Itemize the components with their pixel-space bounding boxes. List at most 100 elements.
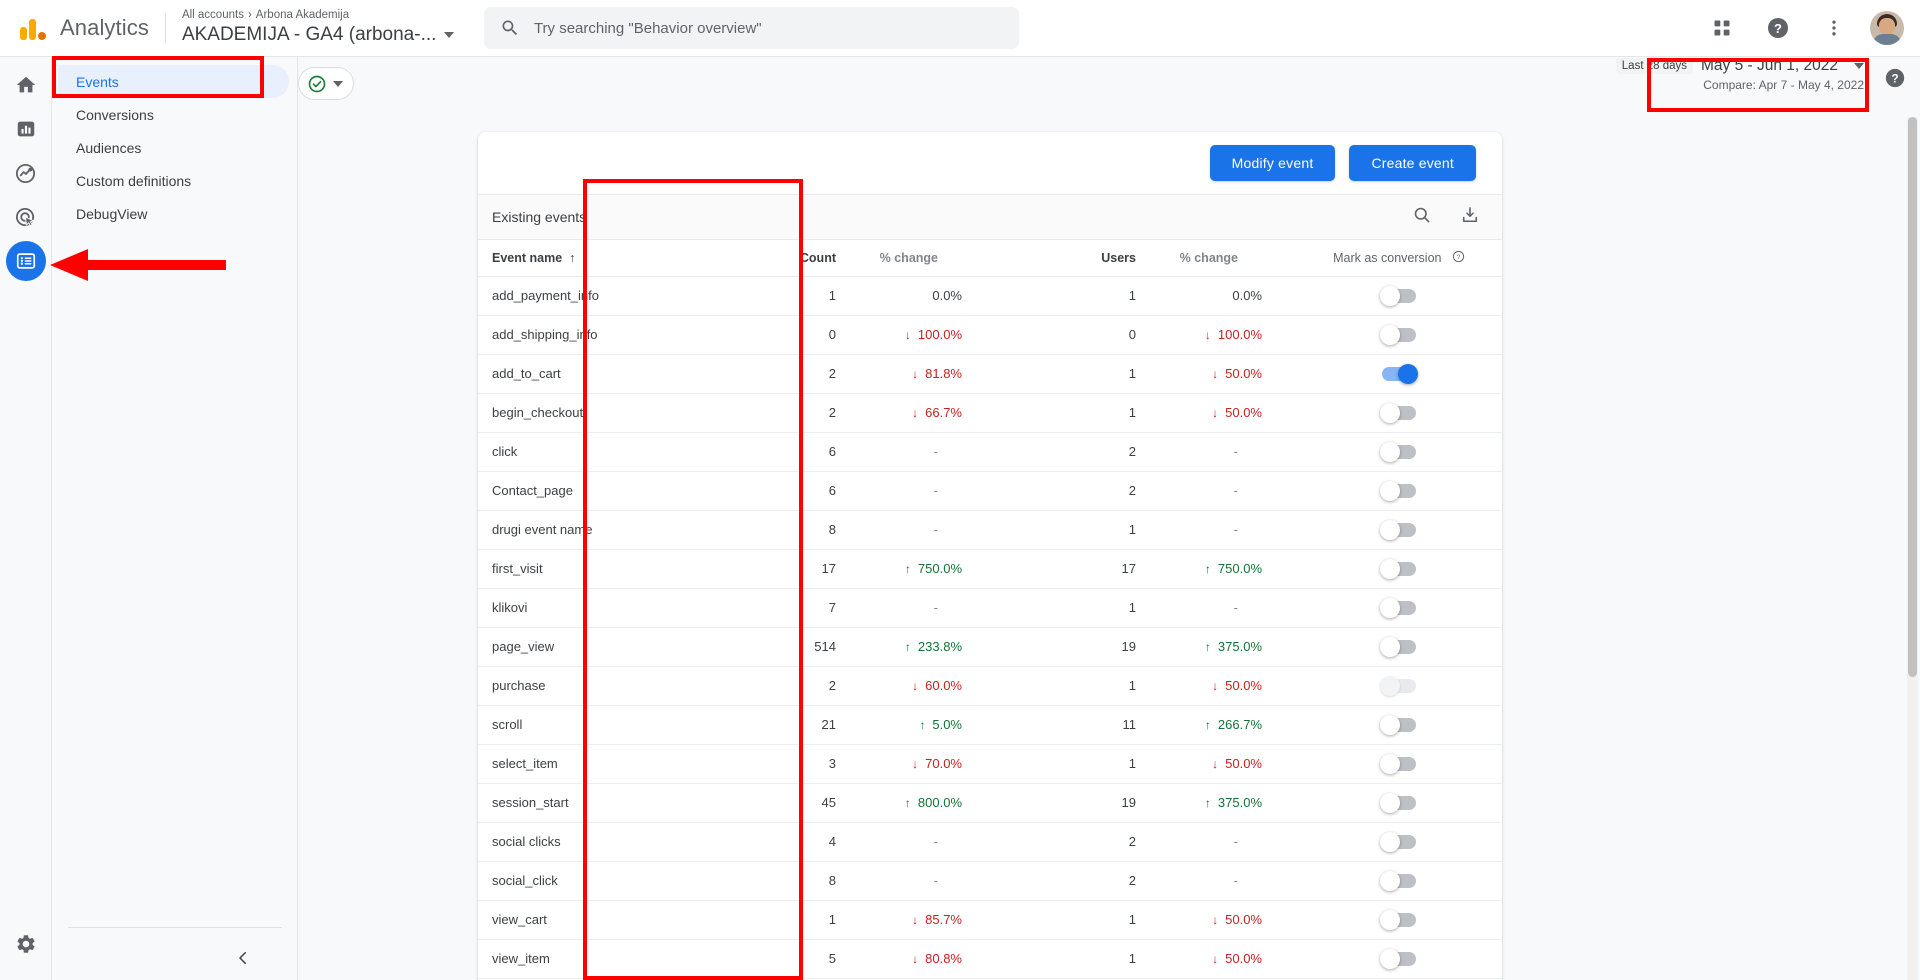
explore-icon — [14, 162, 37, 185]
events-table: Event name ↑ Count % change Users % chan… — [478, 240, 1502, 980]
table-row[interactable]: first_visit17↑750.0%17↑750.0% — [478, 549, 1502, 588]
rail-item-configure[interactable] — [6, 241, 46, 281]
table-row[interactable]: drugi event name8-1- — [478, 510, 1502, 549]
card-action-bar: Modify event Create event — [478, 132, 1502, 194]
cell-mark-as-conversion — [1296, 276, 1502, 315]
page-help-button[interactable]: ? — [1884, 67, 1906, 94]
analytics-logo[interactable] — [18, 11, 52, 45]
table-download-button[interactable] — [1460, 205, 1480, 230]
cell-count_change: ↑800.0% — [846, 783, 996, 822]
mark-as-conversion-toggle[interactable] — [1382, 835, 1416, 849]
cell-users: 11 — [996, 705, 1146, 744]
toggle-knob — [1380, 598, 1400, 618]
cell-users_change: ↑375.0% — [1146, 783, 1296, 822]
table-row[interactable]: scroll21↑5.0%11↑266.7% — [478, 705, 1502, 744]
create-event-button[interactable]: Create event — [1349, 145, 1476, 181]
chevron-down-icon[interactable] — [444, 32, 454, 38]
mark-as-conversion-toggle[interactable] — [1382, 640, 1416, 654]
cell-count_change: ↓100.0% — [846, 315, 996, 354]
mark-as-conversion-toggle[interactable] — [1382, 289, 1416, 303]
cell-event-name: klikovi — [478, 588, 716, 627]
cell-users_change: - — [1146, 471, 1296, 510]
events-card: Modify event Create event Existing event… — [478, 132, 1502, 980]
more-vert-icon[interactable] — [1814, 8, 1854, 48]
arrow-down-icon: ↓ — [912, 368, 918, 380]
mark-as-conversion-toggle[interactable] — [1382, 367, 1416, 381]
help-circle-icon[interactable]: ? — [1758, 8, 1798, 48]
cell-users: 1 — [996, 939, 1146, 978]
mark-as-conversion-toggle[interactable] — [1382, 484, 1416, 498]
arrow-down-icon: ↓ — [912, 758, 918, 770]
table-row[interactable]: purchase2↓60.0%1↓50.0% — [478, 666, 1502, 705]
table-row[interactable]: klikovi7-1- — [478, 588, 1502, 627]
cell-count: 6 — [716, 432, 846, 471]
sidebar-item-conversions[interactable]: Conversions — [58, 98, 289, 131]
data-status-chip[interactable] — [298, 67, 354, 100]
vertical-scrollbar[interactable] — [1907, 117, 1918, 980]
rail-item-home[interactable] — [6, 65, 46, 105]
cell-count: 3 — [716, 744, 846, 783]
sidebar-collapse-button[interactable] — [68, 936, 282, 980]
help-circle-small-icon[interactable]: ? — [1445, 251, 1465, 265]
mark-as-conversion-toggle[interactable] — [1382, 718, 1416, 732]
apps-grid-icon[interactable] — [1702, 8, 1742, 48]
modify-event-button[interactable]: Modify event — [1210, 145, 1336, 181]
mark-as-conversion-toggle[interactable] — [1382, 562, 1416, 576]
table-row[interactable]: Contact_page6-2- — [478, 471, 1502, 510]
rail-item-advertising[interactable] — [6, 197, 46, 237]
sidebar-item-debugview[interactable]: DebugView — [58, 197, 289, 230]
table-row[interactable]: view_item5↓80.8%1↓50.0% — [478, 939, 1502, 978]
table-row[interactable]: add_shipping_info0↓100.0%0↓100.0% — [478, 315, 1502, 354]
cell-users_change: ↓50.0% — [1146, 354, 1296, 393]
toggle-knob — [1380, 910, 1400, 930]
avatar[interactable] — [1870, 11, 1904, 45]
search-input[interactable]: Try searching "Behavior overview" — [484, 7, 1019, 49]
table-row[interactable]: click6-2- — [478, 432, 1502, 471]
cell-count_change: - — [846, 510, 996, 549]
cell-count: 2 — [716, 393, 846, 432]
mark-as-conversion-toggle[interactable] — [1382, 445, 1416, 459]
property-name: AKADEMIJA - GA4 (arbona-... — [182, 22, 436, 48]
table-row[interactable]: select_item3↓70.0%1↓50.0% — [478, 744, 1502, 783]
cell-event-name: page_view — [478, 627, 716, 666]
table-row[interactable]: session_start45↑800.0%19↑375.0% — [478, 783, 1502, 822]
col-mark-label: Mark as conversion — [1333, 251, 1441, 265]
mark-as-conversion-toggle[interactable] — [1382, 796, 1416, 810]
col-count[interactable]: Count — [716, 240, 846, 276]
table-row[interactable]: social_click8-2- — [478, 861, 1502, 900]
col-users[interactable]: Users — [996, 240, 1146, 276]
mark-as-conversion-toggle[interactable] — [1382, 523, 1416, 537]
table-row[interactable]: page_view514↑233.8%19↑375.0% — [478, 627, 1502, 666]
table-row[interactable]: social clicks4-2- — [478, 822, 1502, 861]
table-row[interactable]: add_to_cart2↓81.8%1↓50.0% — [478, 354, 1502, 393]
table-row[interactable]: add_payment_info10.0%10.0% — [478, 276, 1502, 315]
mark-as-conversion-toggle[interactable] — [1382, 952, 1416, 966]
sidebar-item-custom-definitions[interactable]: Custom definitions — [58, 164, 289, 197]
date-range-selector[interactable]: Last 28 days May 5 - Jun 1, 2022 Compare… — [1616, 57, 1864, 92]
cell-mark-as-conversion — [1296, 393, 1502, 432]
rail-item-reports[interactable] — [6, 109, 46, 149]
col-users-change[interactable]: % change — [1146, 240, 1296, 276]
rail-item-explore[interactable] — [6, 153, 46, 193]
mark-as-conversion-toggle[interactable] — [1382, 757, 1416, 771]
cell-mark-as-conversion — [1296, 822, 1502, 861]
account-selector[interactable]: All accounts›Arbona Akademija AKADEMIJA … — [182, 8, 462, 48]
table-row[interactable]: view_cart1↓85.7%1↓50.0% — [478, 900, 1502, 939]
scrollbar-thumb[interactable] — [1908, 117, 1917, 677]
rail-item-settings[interactable] — [6, 924, 46, 964]
mark-as-conversion-toggle[interactable] — [1382, 328, 1416, 342]
arrow-down-icon: ↓ — [912, 680, 918, 692]
col-count-change[interactable]: % change — [846, 240, 996, 276]
table-row[interactable]: begin_checkout2↓66.7%1↓50.0% — [478, 393, 1502, 432]
mark-as-conversion-toggle[interactable] — [1382, 874, 1416, 888]
content-header: Last 28 days May 5 - Jun 1, 2022 Compare… — [298, 57, 1920, 112]
sidebar-item-audiences[interactable]: Audiences — [58, 131, 289, 164]
col-event-name[interactable]: Event name ↑ — [478, 240, 716, 276]
table-search-button[interactable] — [1412, 205, 1432, 230]
mark-as-conversion-toggle[interactable] — [1382, 601, 1416, 615]
arrow-down-icon: ↓ — [1212, 914, 1218, 926]
sidebar-item-events[interactable]: Events — [58, 65, 289, 98]
mark-as-conversion-toggle[interactable] — [1382, 406, 1416, 420]
mark-as-conversion-toggle[interactable] — [1382, 913, 1416, 927]
cell-count: 6 — [716, 471, 846, 510]
